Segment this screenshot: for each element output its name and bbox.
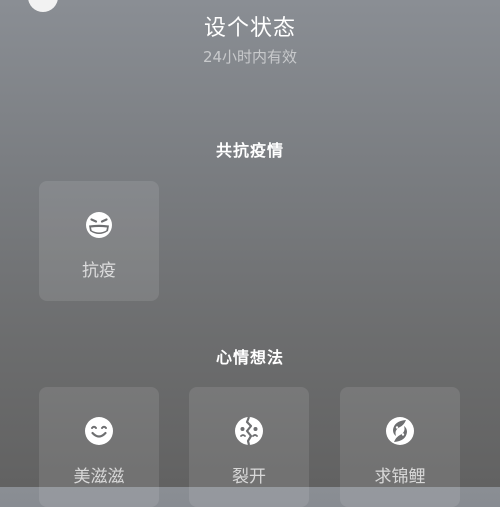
- page-title: 设个状态: [203, 16, 296, 41]
- status-option-cracked[interactable]: 裂开: [189, 387, 309, 507]
- section-title-mood-thoughts: 心情想法: [215, 348, 284, 367]
- status-option-label: 求锦鲤: [374, 467, 426, 487]
- page-subtitle: 24小时内有效: [202, 48, 298, 66]
- smile-face-icon: [85, 417, 113, 445]
- status-option-label: 抗疫: [82, 261, 116, 281]
- status-option-anti-epidemic[interactable]: 抗疫: [39, 181, 159, 301]
- masked-face-icon: [86, 212, 112, 238]
- status-option-label: 裂开: [232, 467, 266, 487]
- status-option-label: 美滋滋: [73, 467, 125, 487]
- koi-fish-icon: [386, 417, 414, 445]
- status-option-delighted[interactable]: 美滋滋: [39, 387, 159, 507]
- cracked-face-icon: [235, 416, 263, 446]
- status-option-wish-koi[interactable]: 求锦鲤: [340, 387, 460, 507]
- section-title-fight-epidemic: 共抗疫情: [215, 141, 284, 160]
